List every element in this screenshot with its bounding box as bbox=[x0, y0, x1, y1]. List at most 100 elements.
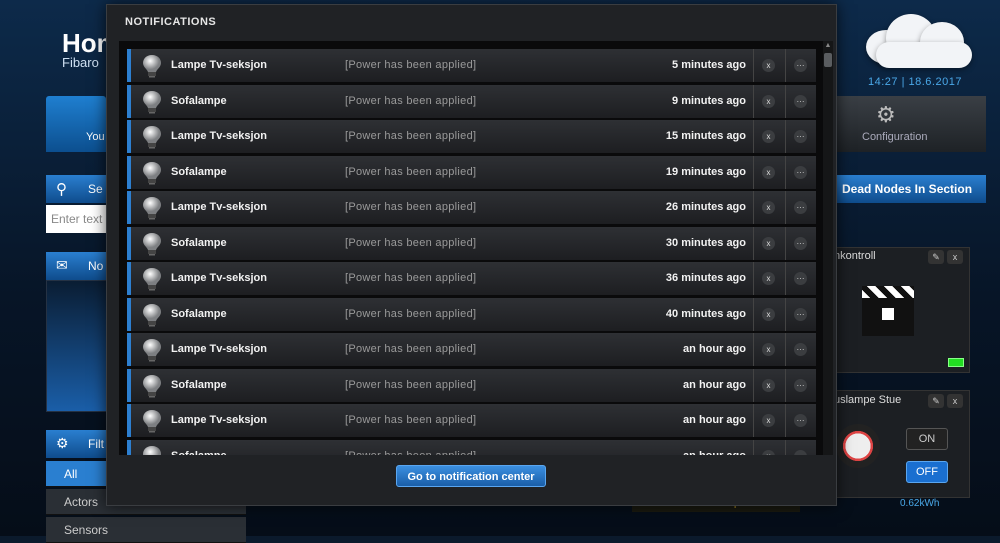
go-to-notification-center-button[interactable]: Go to notification center bbox=[396, 465, 546, 487]
dead-nodes-button[interactable]: Dead Nodes In Section bbox=[836, 175, 986, 203]
divider bbox=[753, 297, 754, 331]
close-icon[interactable]: x bbox=[762, 130, 775, 143]
notification-time: 9 minutes ago bbox=[672, 94, 746, 107]
tab-you[interactable] bbox=[46, 96, 106, 152]
gear-icon: ⚙ bbox=[876, 102, 896, 127]
notification-row[interactable]: Lampe Tv-seksjon [Power has been applied]… bbox=[127, 49, 816, 82]
divider bbox=[753, 439, 754, 455]
notification-row[interactable]: Sofalampe [Power has been applied] 9 minut… bbox=[127, 84, 816, 118]
more-icon[interactable]: ··· bbox=[794, 236, 807, 250]
divider bbox=[785, 84, 786, 118]
notification-row[interactable]: Sofalampe [Power has been applied] an hour… bbox=[127, 368, 816, 402]
more-icon[interactable]: ··· bbox=[794, 307, 807, 321]
bulb-icon bbox=[141, 54, 163, 78]
widget2-close-icon[interactable]: x bbox=[947, 394, 963, 408]
scroll-up-icon[interactable]: ▲ bbox=[823, 41, 833, 51]
modal-title: NOTIFICATIONS bbox=[125, 16, 217, 28]
search-input[interactable]: Enter text bbox=[46, 205, 106, 233]
more-icon[interactable]: ··· bbox=[794, 343, 807, 356]
close-icon[interactable]: x bbox=[762, 378, 775, 392]
notifications-modal: NOTIFICATIONS Lampe Tv-seksjon [Power has… bbox=[106, 4, 837, 506]
notification-device: Lampe Tv-seksjon bbox=[171, 201, 267, 213]
divider bbox=[785, 404, 786, 437]
bulb-icon bbox=[141, 374, 163, 398]
bulb-icon bbox=[141, 196, 163, 220]
bulb-icon bbox=[141, 409, 163, 433]
notification-row[interactable]: Lampe Tv-seksjon [Power has been applied]… bbox=[127, 262, 816, 295]
bulb-icon bbox=[141, 303, 163, 327]
widget-kontroll-title: nkontroll bbox=[834, 250, 876, 262]
close-icon[interactable]: x bbox=[762, 414, 775, 427]
close-icon[interactable]: x bbox=[762, 59, 775, 72]
divider bbox=[753, 84, 754, 118]
more-icon[interactable]: ··· bbox=[794, 94, 807, 108]
notifications-label: No bbox=[88, 259, 104, 273]
close-icon[interactable]: x bbox=[762, 201, 775, 214]
notification-row[interactable]: Sofalampe [Power has been applied] 30 minu… bbox=[127, 226, 816, 260]
menu-configuration[interactable] bbox=[836, 96, 986, 152]
notification-message: [Power has been applied] bbox=[345, 165, 477, 178]
more-icon[interactable]: ··· bbox=[794, 130, 807, 143]
notification-message: [Power has been applied] bbox=[345, 201, 477, 213]
close-icon[interactable]: x bbox=[762, 343, 775, 356]
notification-time: an hour ago bbox=[683, 414, 746, 426]
on-button[interactable]: ON bbox=[906, 428, 948, 450]
notification-device: Sofalampe bbox=[171, 165, 227, 178]
bulb-icon bbox=[141, 90, 163, 114]
mail-icon: ✉ bbox=[56, 257, 68, 273]
notification-time: 30 minutes ago bbox=[665, 236, 746, 249]
divider bbox=[785, 262, 786, 295]
off-button[interactable]: OFF bbox=[906, 461, 948, 483]
notifications-panel-header: ✉ No bbox=[46, 252, 106, 280]
more-icon[interactable]: ··· bbox=[794, 378, 807, 392]
notification-row[interactable]: Lampe Tv-seksjon [Power has been applied]… bbox=[127, 191, 816, 224]
socket-icon bbox=[836, 424, 880, 468]
search-label: Se bbox=[88, 182, 103, 196]
notification-device: Lampe Tv-seksjon bbox=[171, 59, 267, 71]
notification-row[interactable]: Sofalampe [Power has been applied] an hour… bbox=[127, 439, 816, 455]
close-icon[interactable]: x bbox=[762, 236, 775, 250]
close-icon[interactable]: x bbox=[762, 449, 775, 455]
widget-close-icon[interactable]: x bbox=[947, 250, 963, 264]
divider bbox=[785, 439, 786, 455]
close-icon[interactable]: x bbox=[762, 94, 775, 108]
bulb-icon bbox=[141, 267, 163, 291]
notification-message: [Power has been applied] bbox=[345, 343, 477, 355]
notification-message: [Power has been applied] bbox=[345, 59, 477, 71]
more-icon[interactable]: ··· bbox=[794, 449, 807, 455]
sidebar-item-sensors[interactable]: Sensors bbox=[46, 517, 246, 543]
divider bbox=[753, 226, 754, 260]
notification-time: 5 minutes ago bbox=[672, 59, 746, 71]
close-icon[interactable]: x bbox=[762, 272, 775, 285]
more-icon[interactable]: ··· bbox=[794, 414, 807, 427]
scrollbar[interactable]: ▲ bbox=[823, 41, 833, 455]
bulb-icon bbox=[141, 338, 163, 362]
notifications-panel bbox=[46, 280, 108, 412]
notification-row[interactable]: Lampe Tv-seksjon [Power has been applied]… bbox=[127, 333, 816, 366]
more-icon[interactable]: ··· bbox=[794, 59, 807, 72]
bulb-icon bbox=[141, 161, 163, 185]
divider bbox=[753, 120, 754, 153]
widget-lampe-title: uslampe Stue bbox=[834, 394, 902, 406]
widget2-settings-icon[interactable]: ✎ bbox=[928, 394, 944, 408]
divider bbox=[753, 368, 754, 402]
notification-message: [Power has been applied] bbox=[345, 378, 477, 391]
scroll-thumb[interactable] bbox=[824, 53, 832, 67]
divider bbox=[753, 191, 754, 224]
notification-time: 36 minutes ago bbox=[665, 272, 746, 284]
notification-row[interactable]: Lampe Tv-seksjon [Power has been applied]… bbox=[127, 120, 816, 153]
notification-device: Sofalampe bbox=[171, 307, 227, 320]
notification-message: [Power has been applied] bbox=[345, 307, 477, 320]
notification-row[interactable]: Sofalampe [Power has been applied] 40 minu… bbox=[127, 297, 816, 331]
close-icon[interactable]: x bbox=[762, 307, 775, 321]
notification-message: [Power has been applied] bbox=[345, 414, 477, 426]
divider bbox=[785, 49, 786, 82]
more-icon[interactable]: ··· bbox=[794, 165, 807, 179]
notification-row[interactable]: Lampe Tv-seksjon [Power has been applied]… bbox=[127, 404, 816, 437]
notification-row[interactable]: Sofalampe [Power has been applied] 19 minu… bbox=[127, 155, 816, 189]
widget-settings-icon[interactable]: ✎ bbox=[928, 250, 944, 264]
notification-list[interactable]: Lampe Tv-seksjon [Power has been applied]… bbox=[119, 41, 823, 455]
close-icon[interactable]: x bbox=[762, 165, 775, 179]
more-icon[interactable]: ··· bbox=[794, 201, 807, 214]
more-icon[interactable]: ··· bbox=[794, 272, 807, 285]
